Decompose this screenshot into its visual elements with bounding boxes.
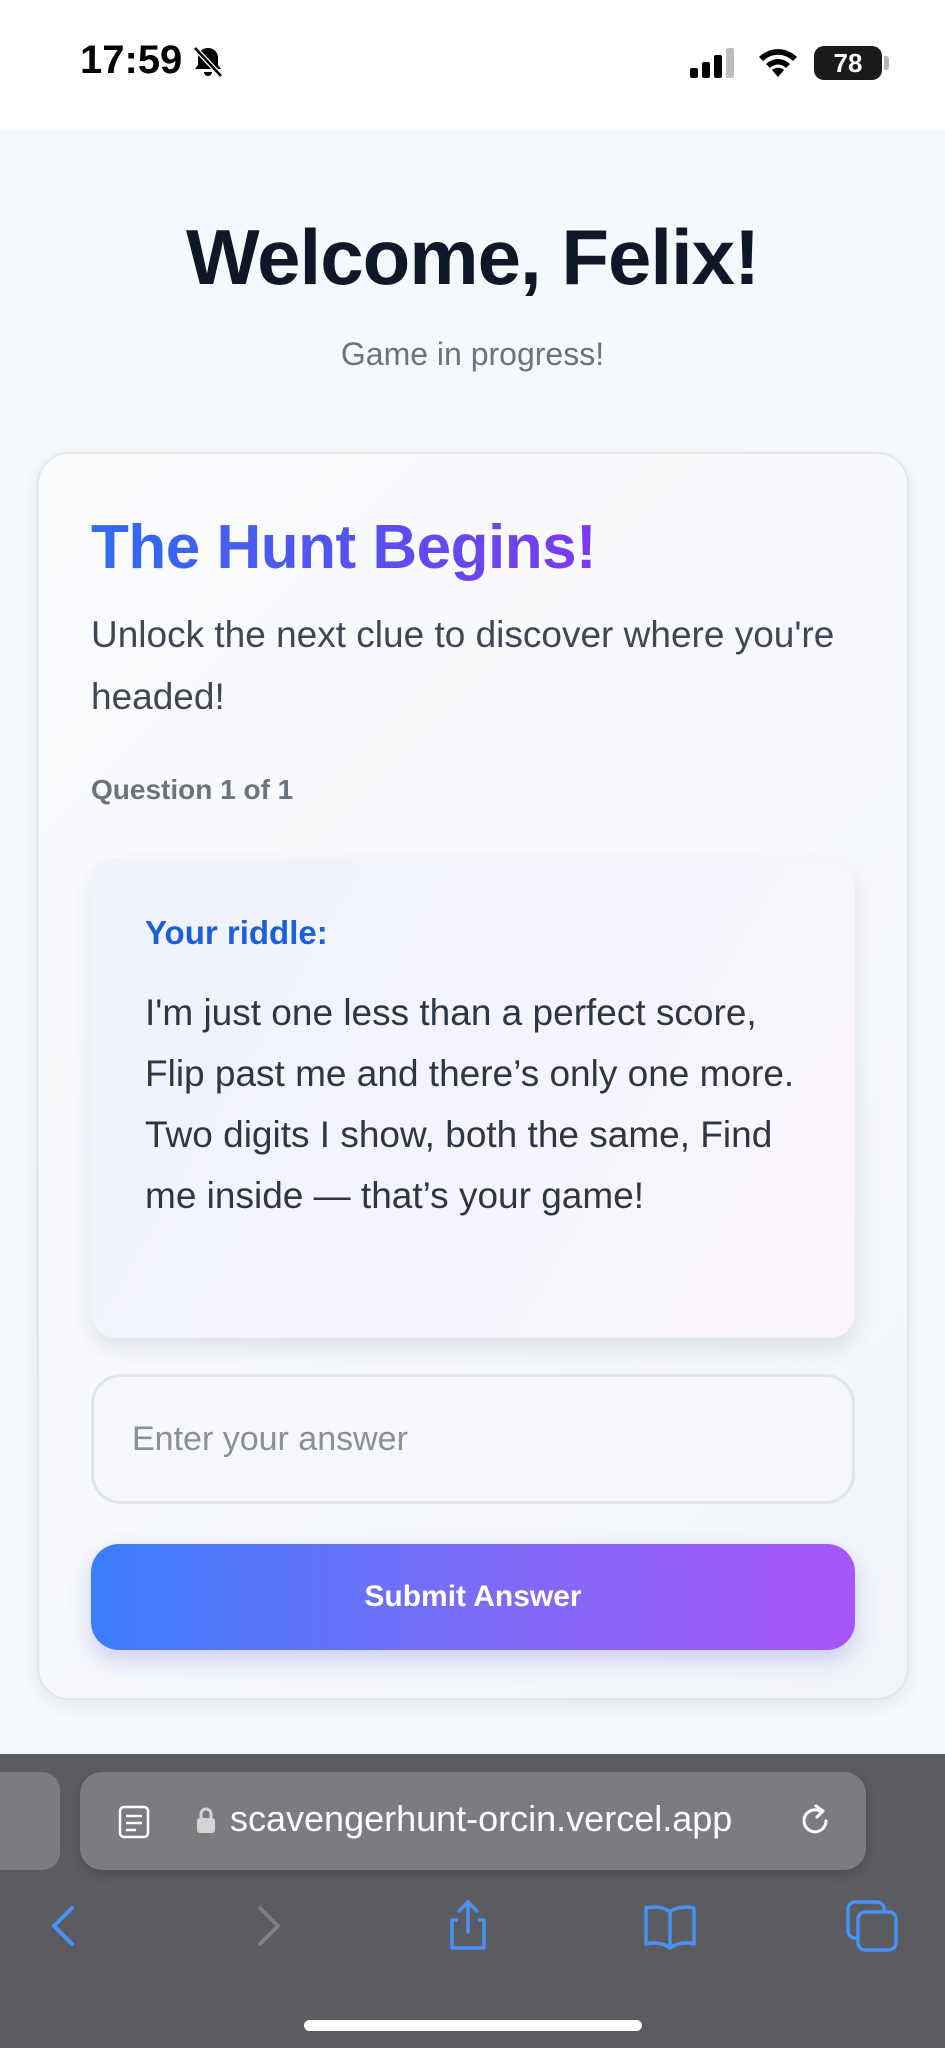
question-counter: Question 1 of 1 <box>91 774 294 805</box>
page-subtitle: Game in progress! <box>340 336 605 372</box>
page-content: Welcome, Felix! Game in progress! The Hu… <box>0 130 945 1754</box>
riddle-text: I'm just one less than a perfect score, … <box>145 992 795 1216</box>
forward-icon[interactable] <box>238 1896 298 1956</box>
home-indicator[interactable] <box>304 2020 642 2031</box>
signal-icon <box>690 48 734 78</box>
previous-tab-preview[interactable] <box>0 1772 60 1870</box>
reader-icon[interactable] <box>116 1804 152 1840</box>
card-description: Unlock the next clue to discover where y… <box>91 614 835 717</box>
share-icon[interactable] <box>438 1896 498 1956</box>
screen: 17:59 78 Welcome, Felix! Game in progres… <box>0 0 945 2048</box>
submit-answer-button[interactable]: Submit Answer <box>91 1544 855 1650</box>
riddle-label: Your riddle: <box>145 914 328 951</box>
card-title: The Hunt Begins! <box>91 513 597 582</box>
back-icon[interactable] <box>34 1896 94 1956</box>
reload-icon[interactable] <box>796 1802 834 1840</box>
bell-slash-icon <box>193 46 223 78</box>
browser-toolbar: scavengerhunt-orcin.vercel.app <box>0 1754 945 2048</box>
bookmarks-icon[interactable] <box>640 1896 700 1956</box>
tabs-icon[interactable] <box>842 1896 902 1956</box>
battery-cap <box>884 56 889 70</box>
status-time: 17:59 <box>80 38 183 82</box>
answer-input[interactable] <box>91 1374 855 1504</box>
riddle-box: Your riddle: I'm just one less than a pe… <box>91 858 855 1338</box>
lock-icon <box>197 1807 215 1833</box>
battery-icon: 78 <box>814 46 882 80</box>
address-bar[interactable]: scavengerhunt-orcin.vercel.app <box>80 1772 866 1870</box>
wifi-icon <box>759 49 797 77</box>
hunt-card: The Hunt Begins! Unlock the next clue to… <box>37 452 909 1700</box>
url-text: scavengerhunt-orcin.vercel.app <box>230 1798 733 1839</box>
page-title: Welcome, Felix! <box>185 213 760 301</box>
status-bar: 17:59 78 <box>0 0 945 130</box>
